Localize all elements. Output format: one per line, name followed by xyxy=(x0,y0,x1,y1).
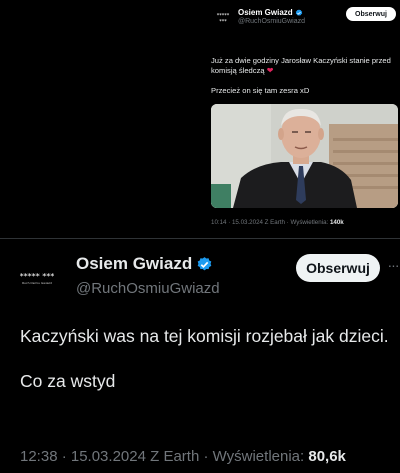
tweet-text-line: Kaczyński was na tej komisji rozjebał ja… xyxy=(20,326,389,346)
avatar-logo-subtext: Ruch Osmiu Gwiazd xyxy=(22,281,52,285)
view-count: 140k xyxy=(329,219,344,226)
avatar-logo-text: ***** *** xyxy=(216,13,230,25)
tweet-text: Kaczyński was na tej komisji rozjebał ja… xyxy=(20,325,390,415)
tweet-text-line: Co za wstyd xyxy=(20,371,116,391)
tweet-photo[interactable] xyxy=(211,104,398,208)
tweet-text-line: Przecież on się tam zesra xD xyxy=(211,86,310,95)
quoted-tweet-card[interactable]: ***** *** Osiem Gwiazd @RuchOsmiuGwiazd … xyxy=(203,0,400,234)
verified-badge-icon xyxy=(197,256,212,270)
avatar-logo-text: ***** *** xyxy=(19,272,55,281)
tweet-text: Już za dwie godziny Jarosław Kaczyński s… xyxy=(211,56,396,106)
author-name[interactable]: Osiem Gwiazd xyxy=(76,254,192,274)
author-block: Osiem Gwiazd @RuchOsmiuGwiazd xyxy=(76,254,220,297)
author-name[interactable]: Osiem Gwiazd xyxy=(238,8,293,17)
more-horizontal-icon[interactable]: ··· xyxy=(386,258,400,274)
avatar[interactable]: ***** *** Ruch Osmiu Gwiazd xyxy=(14,258,60,298)
tweet-timestamp[interactable]: 10:14 · 15.03.2024 Z Earth · Wyświetleni… xyxy=(211,219,330,226)
tweet-metadata: 10:14 · 15.03.2024 Z Earth · Wyświetleni… xyxy=(211,219,344,226)
follow-button[interactable]: Obserwuj xyxy=(346,7,396,21)
author-handle[interactable]: @RuchOsmiuGwiazd xyxy=(76,280,220,297)
tweet-timestamp[interactable]: 12:38 · 15.03.2024 Z Earth · Wyświetleni… xyxy=(20,448,308,465)
tweet-metadata: 12:38 · 15.03.2024 Z Earth · Wyświetleni… xyxy=(20,448,346,465)
divider xyxy=(0,238,400,239)
avatar[interactable]: ***** *** xyxy=(213,13,233,27)
verified-badge-icon xyxy=(295,9,302,16)
tweet-text-line: Już za dwie godziny Jarosław Kaczyński s… xyxy=(211,56,370,65)
photo-illustration xyxy=(211,104,398,208)
author-block: Osiem Gwiazd @RuchOsmiuGwiazd xyxy=(238,8,305,25)
heart-icon: ❤ xyxy=(266,66,274,75)
tweet-header: ***** *** Osiem Gwiazd @RuchOsmiuGwiazd … xyxy=(210,6,396,30)
follow-button[interactable]: Obserwuj xyxy=(296,254,380,282)
author-handle[interactable]: @RuchOsmiuGwiazd xyxy=(238,18,305,25)
tweet-header: ***** *** Ruch Osmiu Gwiazd Osiem Gwiazd… xyxy=(14,252,400,302)
view-count: 80,6k xyxy=(308,448,346,465)
